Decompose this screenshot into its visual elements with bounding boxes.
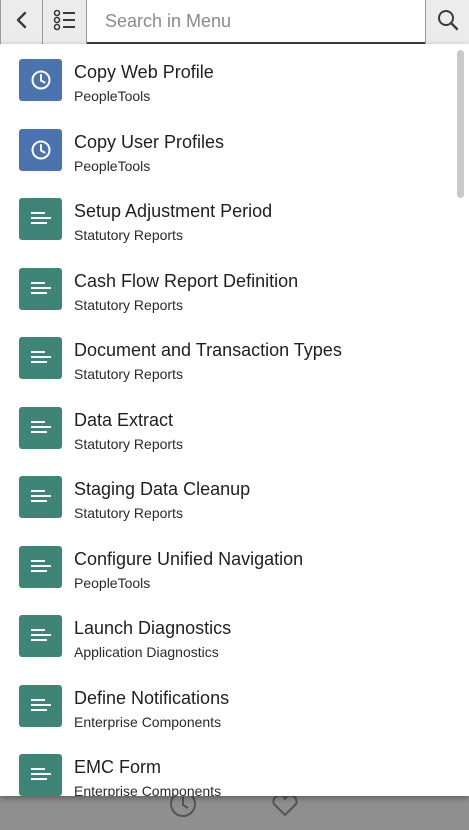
menu-item-subtitle: Statutory Reports bbox=[74, 227, 183, 243]
clock-icon bbox=[19, 128, 62, 171]
menu-item[interactable]: EMC Form Enterprise Components bbox=[0, 739, 455, 796]
search-input[interactable] bbox=[87, 0, 425, 42]
menu-item[interactable]: Cash Flow Report Definition Statutory Rep… bbox=[0, 253, 455, 322]
menu-item-subtitle: Statutory Reports bbox=[74, 435, 183, 452]
menu-item[interactable]: Staging Data Cleanup Statutory Reports bbox=[0, 461, 455, 530]
document-lines-icon bbox=[19, 545, 62, 588]
menu-results-panel: Copy Web Profile PeopleTools Copy User Pro… bbox=[0, 44, 469, 796]
search-icon bbox=[437, 9, 459, 36]
menu-item[interactable]: Copy User Profiles PeopleTools bbox=[0, 114, 455, 183]
menu-item-title: Configure Unified Navigation bbox=[74, 548, 304, 569]
menu-item[interactable]: Setup Adjustment Period Statutory Reports bbox=[0, 183, 455, 252]
menu-item-title: Document and Transaction Types bbox=[74, 340, 342, 360]
scrollbar-thumb[interactable] bbox=[457, 50, 464, 198]
menu-item[interactable]: Document and Transaction Types Statutory … bbox=[0, 322, 455, 391]
menu-item[interactable]: Copy Web Profile PeopleTools bbox=[0, 44, 455, 113]
chevron-left-icon bbox=[15, 11, 29, 34]
document-lines-icon bbox=[19, 476, 62, 518]
menu-item-title: Copy User Profiles bbox=[74, 131, 225, 152]
favorites-heart-icon[interactable] bbox=[268, 795, 302, 824]
menu-item-subtitle: PeopleTools bbox=[74, 157, 151, 174]
search-button[interactable] bbox=[425, 0, 469, 44]
menu-item-subtitle: Statutory Reports bbox=[74, 505, 183, 521]
document-lines-icon bbox=[19, 337, 62, 379]
recent-clock-icon[interactable] bbox=[166, 795, 200, 824]
menu-item-title: Staging Data Cleanup bbox=[74, 479, 251, 499]
document-lines-icon bbox=[19, 406, 62, 449]
menu-item[interactable]: Launch Diagnostics Application Diagnostic… bbox=[0, 600, 455, 669]
menu-item-subtitle: Enterprise Components bbox=[74, 713, 222, 730]
menu-item-title: EMC Form bbox=[74, 757, 161, 777]
document-lines-icon bbox=[19, 754, 62, 796]
menu-item-subtitle: PeopleTools bbox=[74, 574, 151, 591]
menu-item-subtitle: Statutory Reports bbox=[74, 366, 183, 382]
menu-item-title: Launch Diagnostics bbox=[74, 618, 232, 638]
menu-item-title: Setup Adjustment Period bbox=[74, 201, 273, 221]
menu-item-subtitle: Enterprise Components bbox=[74, 783, 222, 796]
menu-item-title: Copy Web Profile bbox=[74, 62, 214, 82]
menu-item-subtitle: Application Diagnostics bbox=[74, 644, 219, 660]
menu-item[interactable]: Define Notifications Enterprise Component… bbox=[0, 670, 455, 739]
menu-item-subtitle: PeopleTools bbox=[74, 88, 151, 104]
back-button[interactable] bbox=[0, 0, 43, 44]
menu-item-title: Cash Flow Report Definition bbox=[74, 270, 299, 291]
menu-item-title: Data Extract bbox=[74, 409, 174, 430]
document-lines-icon bbox=[19, 198, 62, 240]
menu-item[interactable]: Configure Unified Navigation PeopleTools bbox=[0, 531, 455, 600]
menu-search-bar bbox=[0, 0, 469, 44]
bottom-toolbar bbox=[0, 795, 469, 830]
document-lines-icon bbox=[19, 684, 62, 727]
menu-item-subtitle: Statutory Reports bbox=[74, 296, 183, 313]
clock-icon bbox=[19, 59, 62, 101]
document-lines-icon bbox=[19, 615, 62, 657]
list-icon bbox=[53, 9, 77, 36]
menu-list-button[interactable] bbox=[43, 0, 87, 44]
document-lines-icon bbox=[19, 267, 62, 310]
menu-item[interactable]: Data Extract Statutory Reports bbox=[0, 392, 455, 461]
menu-item-title: Define Notifications bbox=[74, 687, 230, 708]
